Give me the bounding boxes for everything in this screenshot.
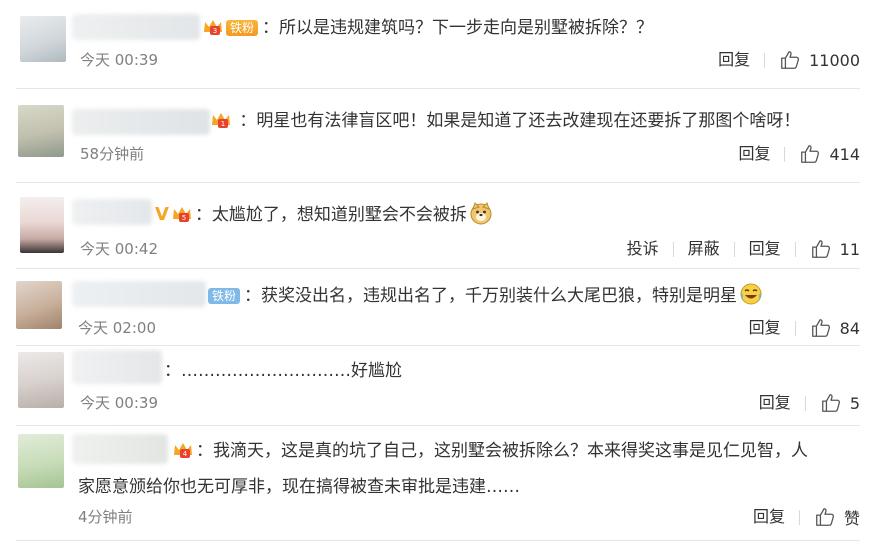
comment-time: 今天 00:39: [80, 394, 158, 412]
username-blurred[interactable]: [72, 350, 162, 384]
comment-body: ：获奖没出名，违规出名了，千万别装什么大尾巴狼，特别是明星: [244, 286, 738, 306]
thumbs-up-icon: [821, 394, 840, 412]
block-button[interactable]: 屏蔽: [674, 237, 734, 261]
like-label: 赞: [843, 509, 860, 528]
comment-item: 4 ：我滴天，这是真的坑了自己，这别墅会被拆除么？本来得奖这事是见仁见智，人 家愿…: [0, 426, 880, 541]
comment-text: 4 ：我滴天，这是真的坑了自己，这别墅会被拆除么？本来得奖这事是见仁见智，人: [172, 436, 808, 466]
comment-time: 58分钟前: [80, 145, 145, 163]
comment-time: 今天 02:00: [78, 319, 156, 337]
report-button[interactable]: 投诉: [613, 237, 673, 261]
verified-v-icon: V: [155, 204, 169, 225]
laugh-cry-emoji-icon: [740, 283, 762, 305]
like-button[interactable]: 414: [785, 143, 860, 165]
comment-text: ：…………………………好尴尬: [164, 356, 402, 386]
username-blurred[interactable]: [72, 109, 210, 135]
comment-text: 3 铁粉 ：所以是违规建筑吗？下一步走向是别墅被拆除？？: [202, 13, 653, 43]
thumbs-up-icon: [811, 319, 830, 337]
comment-item: 3 铁粉 ：所以是违规建筑吗？下一步走向是别墅被拆除？？ 今天 00:39 回复 1…: [0, 0, 880, 89]
svg-text:4: 4: [183, 450, 188, 458]
username-blurred[interactable]: [72, 281, 206, 307]
comment-item: 铁粉 ：获奖没出名，违规出名了，千万别装什么大尾巴狼，特别是明星 今天 02:00…: [0, 269, 880, 346]
like-count: 11000: [809, 50, 860, 70]
comment-body: ：明星也有法律盲区吧！如果是知道了还去改建现在还要拆了那图个啥呀！: [239, 111, 801, 131]
comment-body-line1: ：我滴天，这是真的坑了自己，这别墅会被拆除么？本来得奖这事是见仁见智，人: [196, 441, 808, 461]
comment-text: V 5 ：太尴尬了，想知道别墅会不会被拆: [155, 200, 493, 230]
doge-emoji-icon: [470, 202, 492, 225]
username-blurred[interactable]: [72, 434, 168, 464]
like-count: 5: [849, 393, 860, 413]
comment-body: ：所以是违规建筑吗？下一步走向是别墅被拆除？？: [262, 18, 654, 38]
like-button[interactable]: 5: [806, 392, 860, 414]
like-count: 84: [839, 318, 860, 338]
comment-actions: 回复 84: [735, 316, 860, 340]
comment-text: 1 ：明星也有法律盲区吧！如果是知道了还去改建现在还要拆了那图个啥呀！: [210, 106, 800, 136]
comment-body: ：太尴尬了，想知道别墅会不会被拆: [194, 205, 467, 225]
reply-button[interactable]: 回复: [745, 391, 805, 415]
crown-icon: 5: [171, 205, 193, 223]
username-blurred[interactable]: [72, 199, 152, 225]
like-count: 11: [839, 239, 860, 259]
like-button[interactable]: 84: [796, 317, 860, 339]
comment-actions: 回复 赞: [739, 505, 860, 529]
comment-actions: 投诉 屏蔽 回复 11: [613, 237, 860, 261]
comment-time: 今天 00:42: [80, 240, 158, 258]
comment-body: ：…………………………好尴尬: [164, 361, 402, 381]
avatar[interactable]: [20, 197, 64, 253]
crown-icon: 1: [210, 111, 232, 129]
reply-button[interactable]: 回复: [704, 48, 764, 72]
reply-button[interactable]: 回复: [735, 237, 795, 261]
comment-actions: 回复 11000: [704, 48, 860, 72]
comment-time: 4分钟前: [78, 508, 133, 526]
thumbs-up-icon: [816, 508, 834, 526]
avatar[interactable]: [18, 434, 64, 488]
fan-badge[interactable]: 铁粉: [226, 20, 259, 36]
fan-badge[interactable]: 铁粉: [208, 288, 241, 304]
comment-text-continued: 家愿意颁给你也无可厚非，现在搞得被查未审批是违建……: [78, 472, 520, 502]
avatar[interactable]: [18, 352, 64, 408]
crown-icon: 3: [202, 18, 224, 36]
username-blurred[interactable]: [72, 14, 200, 40]
reply-button[interactable]: 回复: [735, 316, 795, 340]
comment-list: 3 铁粉 ：所以是违规建筑吗？下一步走向是别墅被拆除？？ 今天 00:39 回复 1…: [0, 0, 880, 541]
thumbs-up-icon: [781, 51, 800, 69]
avatar[interactable]: [20, 16, 66, 62]
reply-button[interactable]: 回复: [724, 142, 784, 166]
crown-icon: 4: [172, 441, 194, 459]
thumbs-up-icon: [811, 240, 830, 258]
thumbs-up-icon: [801, 145, 820, 163]
comment-actions: 回复 414: [724, 142, 860, 166]
comment-text: 铁粉 ：获奖没出名，违规出名了，千万别装什么大尾巴狼，特别是明星: [208, 281, 763, 311]
like-button[interactable]: 赞: [800, 505, 860, 529]
comment-time: 今天 00:39: [80, 51, 158, 69]
avatar[interactable]: [16, 281, 62, 329]
like-count: 414: [829, 144, 860, 164]
comment-body-line2: 家愿意颁给你也无可厚非，现在搞得被查未审批是违建……: [78, 477, 520, 497]
like-button[interactable]: 11000: [765, 49, 860, 71]
svg-text:1: 1: [221, 120, 225, 128]
comment-actions: 回复 5: [745, 391, 860, 415]
like-button[interactable]: 11: [796, 238, 860, 260]
svg-text:5: 5: [182, 214, 186, 222]
comment-item: 1 ：明星也有法律盲区吧！如果是知道了还去改建现在还要拆了那图个啥呀！ 58分钟…: [0, 89, 880, 183]
comment-item: V 5 ：太尴尬了，想知道别墅会不会被拆 今天 00:42 投诉 屏蔽 回复 11: [0, 183, 880, 269]
svg-text:3: 3: [213, 27, 217, 35]
avatar[interactable]: [18, 105, 64, 157]
comment-item: ：…………………………好尴尬 今天 00:39 回复 5: [0, 346, 880, 426]
reply-button[interactable]: 回复: [739, 505, 799, 529]
